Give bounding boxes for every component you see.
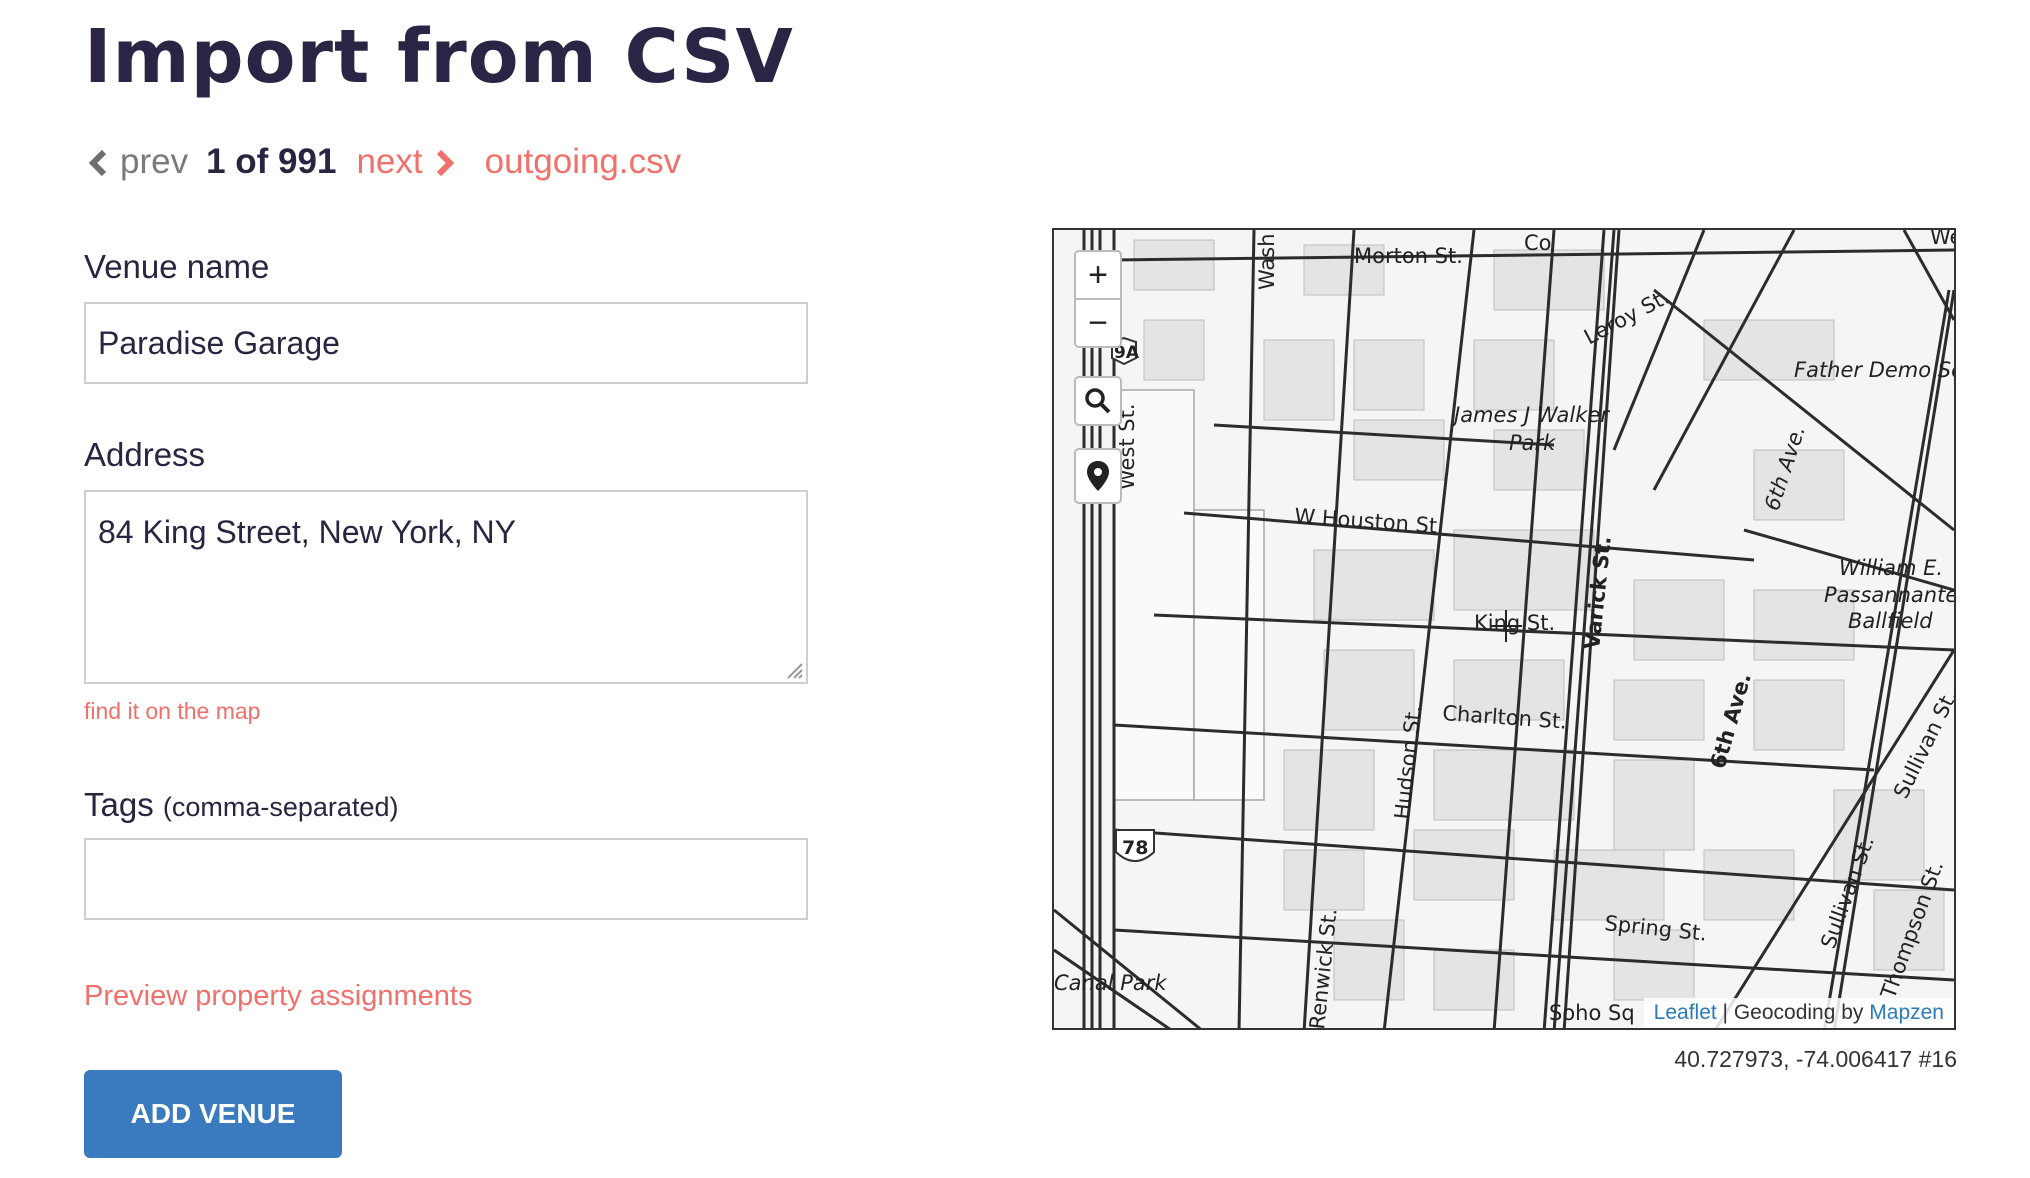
- tags-input[interactable]: [84, 838, 808, 920]
- map-search-button[interactable]: [1074, 376, 1122, 426]
- zoom-out-button[interactable]: −: [1074, 300, 1122, 348]
- map-locate-button[interactable]: [1074, 448, 1122, 504]
- record-pager: prev 1 of 991 next outgoing.csv: [86, 140, 681, 184]
- chevron-left-icon[interactable]: [86, 147, 110, 177]
- map-attribution: Leaflet | Geocoding by Mapzen: [1643, 998, 1954, 1028]
- venue-name-label: Venue name: [84, 248, 270, 285]
- map-coordinates: 40.727973, -74.006417 #16: [1674, 1046, 1957, 1072]
- map-label-passannante-3: Ballfield: [1848, 609, 1933, 633]
- map-label-corner-top: Co: [1524, 231, 1552, 255]
- venue-name-input[interactable]: Paradise Garage: [84, 302, 808, 384]
- mapzen-link[interactable]: Mapzen: [1869, 1001, 1944, 1025]
- chevron-right-icon[interactable]: [433, 147, 457, 177]
- map-label-passannante-1: William E.: [1839, 556, 1943, 580]
- map-label-passannante-2: Passannante: [1824, 583, 1956, 607]
- address-textarea[interactable]: 84 King Street, New York, NY: [84, 490, 808, 684]
- add-venue-button[interactable]: ADD VENUE: [84, 1070, 342, 1158]
- map-label-corner-right: We: [1930, 230, 1956, 249]
- search-icon: [1085, 388, 1111, 414]
- csv-file-link[interactable]: outgoing.csv: [485, 142, 682, 182]
- map-label-james-walker-1: James J Walker: [1450, 403, 1610, 427]
- next-link[interactable]: next: [356, 142, 422, 182]
- leaflet-link[interactable]: Leaflet: [1654, 1001, 1717, 1025]
- venue-name-value: Paradise Garage: [98, 324, 340, 361]
- map-label-morton-st: Morton St.: [1354, 244, 1463, 268]
- tags-label: Tags (comma-separated): [84, 786, 398, 824]
- map-tiles[interactable]: Morton St. Leroy St. Father Demo Sq Jame…: [1054, 230, 1956, 1030]
- find-on-map-link[interactable]: find it on the map: [84, 698, 260, 725]
- zoom-in-button[interactable]: +: [1074, 250, 1122, 300]
- preview-assignments-link[interactable]: Preview property assignments: [84, 980, 472, 1013]
- page-title: Import from CSV: [84, 14, 794, 100]
- address-value: 84 King Street, New York, NY: [98, 514, 516, 550]
- map-view[interactable]: Morton St. Leroy St. Father Demo Sq Jame…: [1052, 228, 1956, 1030]
- map-label-james-walker-2: Park: [1509, 431, 1556, 455]
- map-label-king-st: King St.: [1474, 611, 1555, 635]
- prev-link[interactable]: prev: [120, 142, 188, 182]
- map-label-wash: Wash: [1255, 233, 1279, 290]
- map-label-canal-park: Canal Park: [1054, 971, 1167, 995]
- resize-handle-icon[interactable]: [782, 658, 804, 680]
- interstate-78-text: 78: [1122, 837, 1148, 859]
- map-pin-icon: [1087, 461, 1109, 491]
- tags-label-text: Tags: [84, 786, 154, 823]
- attribution-separator: | Geocoding by: [1716, 1001, 1870, 1024]
- interstate-78-shield-icon: 78: [1115, 829, 1155, 862]
- address-label: Address: [84, 436, 206, 473]
- map-label-soho-sq: Soho Sq: [1549, 1001, 1635, 1025]
- record-count: 1 of 991: [206, 142, 337, 181]
- map-label-father-demo: Father Demo Sq: [1794, 358, 1956, 382]
- tags-label-note: (comma-separated): [162, 792, 399, 822]
